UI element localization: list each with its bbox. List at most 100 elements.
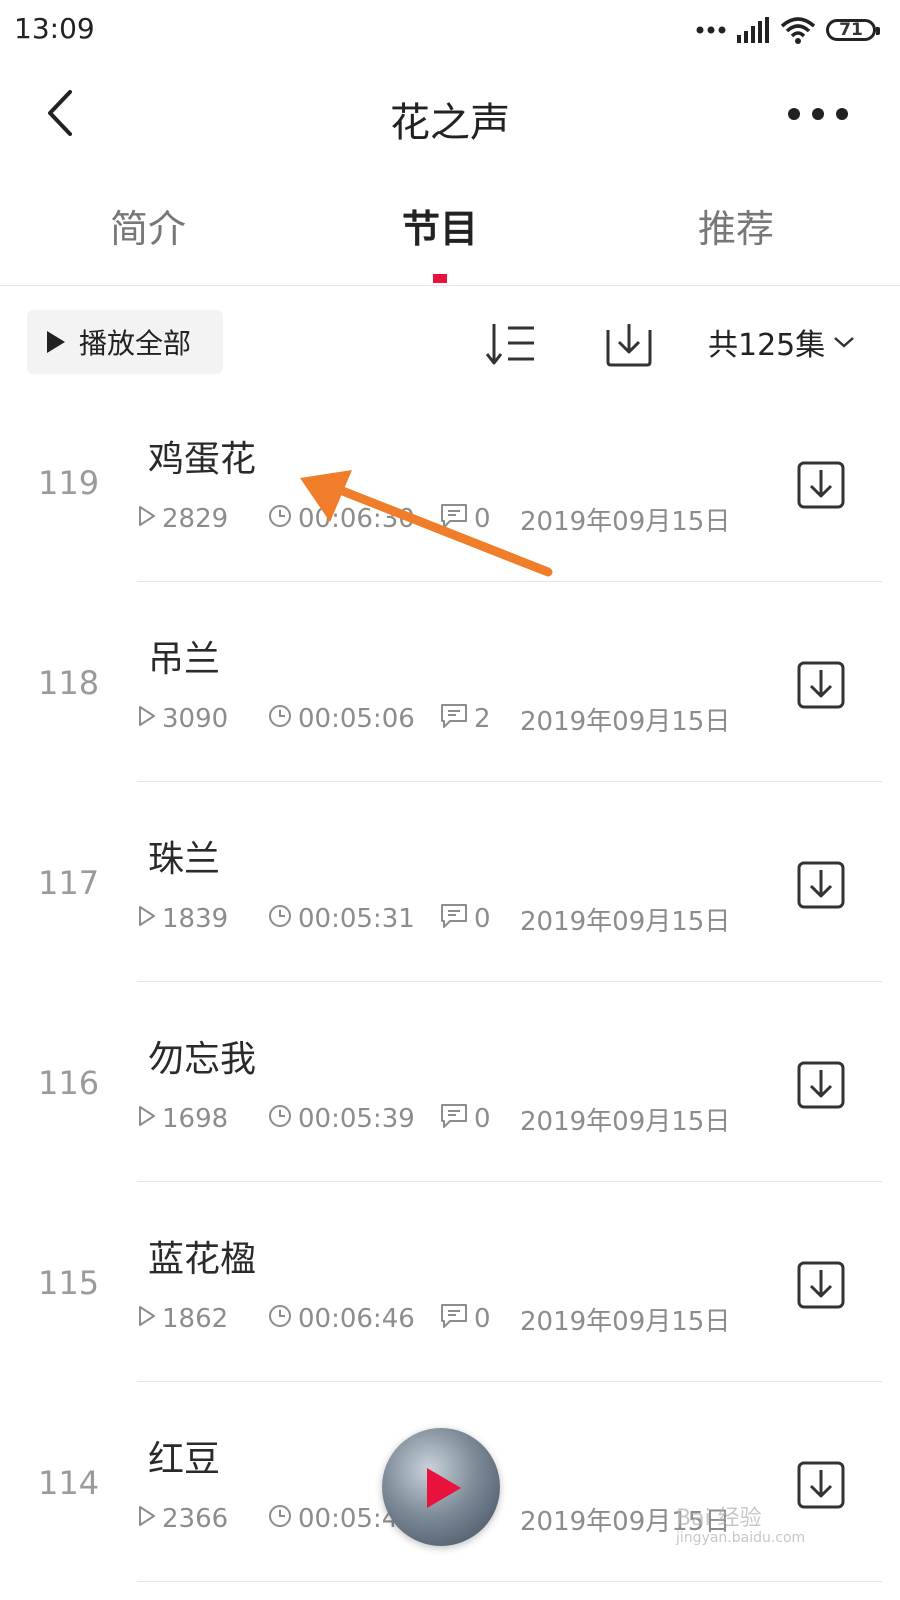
tab-recommend[interactable]: 推荐 [698,198,774,253]
play-count: 1839 [138,902,228,936]
clock-icon [268,904,292,935]
download-episode-button[interactable] [796,1460,846,1510]
download-all-button[interactable] [604,318,654,368]
more-options-button[interactable] [788,94,848,134]
comment-count-value: 0 [474,904,491,934]
comment-icon [440,703,468,736]
chevron-down-icon [834,337,855,348]
episode-meta: 1698 00:05:39 0 2019年09月15日 [138,1102,758,1137]
clock-icon [268,1304,292,1335]
episode-number: 116 [38,1064,100,1102]
episode-meta: 3090 00:05:06 2 2019年09月15日 [138,702,758,737]
download-icon [796,861,846,914]
episode-title[interactable]: 勿忘我 [148,1030,256,1082]
more-dots-status-icon [696,26,726,34]
duration-value: 00:05:39 [298,1104,415,1134]
header: 花之声 [0,70,900,160]
page-title: 花之声 [390,100,510,146]
play-count-value: 1862 [162,1304,229,1334]
download-icon [796,1461,846,1514]
download-icon [796,1261,846,1314]
watermark: Bai 经验 [676,1506,762,1531]
clock-icon [268,1104,292,1135]
episode-row[interactable]: 119 鸡蛋花 2829 00:06:30 0 2019年09月15日 [0,382,900,582]
battery-level: 71 [839,20,863,40]
episode-meta: 1862 00:06:46 0 2019年09月15日 [138,1302,758,1337]
episode-number: 115 [38,1264,100,1302]
comment-count: 2 [440,702,491,736]
episode-row[interactable]: 116 勿忘我 1698 00:05:39 0 2019年09月15日 [0,982,900,1182]
episode-row[interactable]: 117 珠兰 1839 00:05:31 0 2019年09月15日 [0,782,900,982]
download-icon [796,461,846,514]
play-count: 1862 [138,1302,228,1336]
publish-date: 2019年09月15日 [520,1306,731,1337]
play-all-button[interactable]: 播放全部 [27,310,223,374]
duration: 00:05:06 [268,702,415,736]
duration-value: 00:05:06 [298,704,415,734]
episode-title[interactable]: 蓝花楹 [148,1230,256,1282]
play-icon [427,1468,461,1508]
comment-count: 0 [440,1302,491,1336]
comment-count-value: 0 [474,1304,491,1334]
publish-date: 2019年09月15日 [520,906,731,937]
duration: 00:05:4 [268,1502,398,1536]
sort-icon [486,324,534,365]
episode-row[interactable]: 115 蓝花楹 1862 00:06:46 0 2019年09月15日 [0,1182,900,1382]
list-toolbar: 播放全部 共125集 [0,310,900,374]
episode-meta: 2829 00:06:30 0 2019年09月15日 [138,502,758,537]
duration: 00:05:39 [268,1102,415,1136]
duration-value: 00:05:31 [298,904,415,934]
download-episode-button[interactable] [796,1060,846,1110]
play-count: 3090 [138,702,228,736]
episode-title[interactable]: 鸡蛋花 [148,430,256,482]
play-count-value: 1698 [162,1104,229,1134]
episode-title[interactable]: 珠兰 [148,830,220,882]
play-count-icon [138,704,156,734]
more-dot [836,108,848,120]
play-icon [47,331,65,353]
sort-button[interactable] [486,322,536,366]
episode-meta: 1839 00:05:31 0 2019年09月15日 [138,902,758,937]
episode-row[interactable]: 118 吊兰 3090 00:05:06 2 2019年09月15日 [0,582,900,782]
comment-icon [440,903,468,936]
battery-icon: 71 [826,19,880,41]
play-all-label: 播放全部 [79,327,192,360]
comment-count-value: 0 [474,1104,491,1134]
signal-icon [737,17,769,43]
more-dot [812,108,824,120]
publish-date: 2019年09月15日 [520,1106,731,1137]
comment-icon [440,503,468,536]
comment-count-value: 0 [474,504,491,534]
tab-programs[interactable]: 节目 [402,198,478,253]
download-icon [796,1061,846,1114]
divider [137,1581,882,1582]
status-time: 13:09 [14,12,95,45]
duration: 00:06:30 [268,502,415,536]
active-tab-indicator [433,274,447,283]
episode-number: 117 [38,864,100,902]
publish-date: 2019年09月15日 [520,506,731,537]
comment-icon [440,1303,468,1336]
download-icon [796,661,846,714]
episode-count: 共125集 [708,328,826,363]
duration: 00:05:31 [268,902,415,936]
clock-icon [268,704,292,735]
download-episode-button[interactable] [796,1260,846,1310]
download-episode-button[interactable] [796,460,846,510]
episode-number: 118 [38,664,100,702]
play-count-icon [138,1504,156,1534]
episode-title[interactable]: 红豆 [148,1430,220,1482]
download-episode-button[interactable] [796,660,846,710]
status-bar: 13:09 71 [0,0,900,60]
play-count-icon [138,504,156,534]
status-icons: 71 [696,14,880,46]
episode-count-dropdown[interactable]: 共125集 [708,320,855,364]
duration-value: 00:06:30 [298,504,415,534]
mini-player-button[interactable] [382,1428,500,1546]
tab-intro[interactable]: 简介 [110,198,186,253]
publish-date: 2019年09月15日 [520,706,731,737]
play-count-value: 3090 [162,704,229,734]
episode-title[interactable]: 吊兰 [148,630,220,682]
episode-number: 114 [38,1464,100,1502]
download-episode-button[interactable] [796,860,846,910]
